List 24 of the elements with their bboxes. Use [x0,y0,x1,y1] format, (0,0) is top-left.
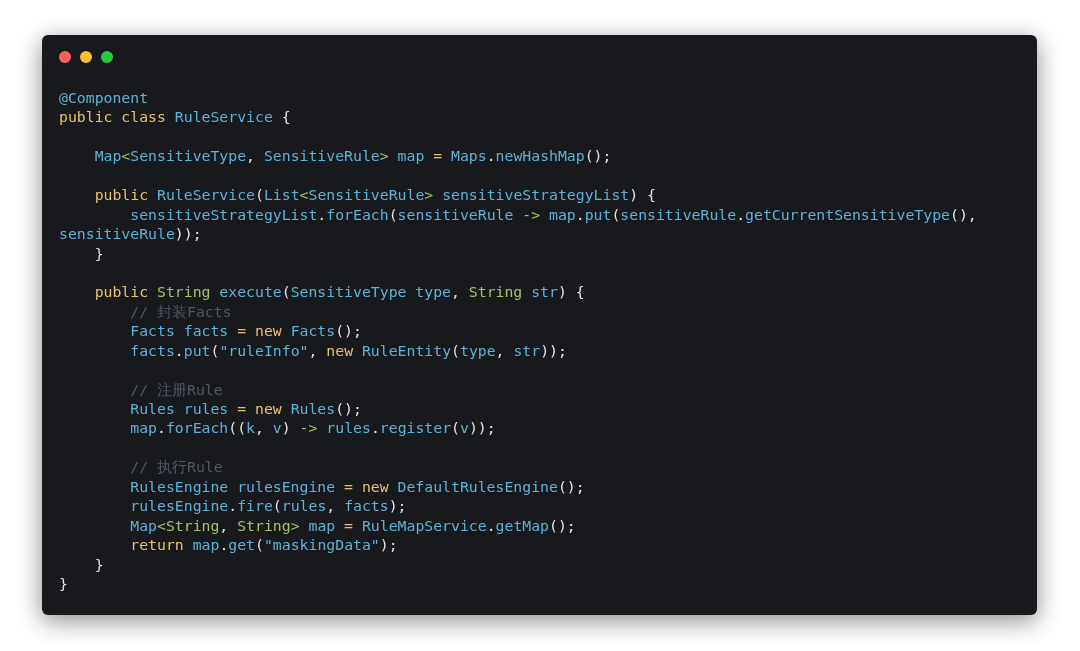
code-line: } [93,244,104,262]
code-line: // 封装Facts [129,302,232,320]
code-line: sensitiveRule)); [59,225,202,243]
code-line: public RuleService(List<SensitiveRule> sensitiveStrategyList) { [93,186,656,204]
close-icon[interactable] [59,51,71,63]
code-line: public class RuleService { [59,108,291,126]
code-line: // 执行Rule [129,458,223,476]
code-line: RulesEngine rulesEngine = new DefaultRulesEngine(); [129,477,585,495]
minimize-icon[interactable] [80,51,92,63]
code-line: } [93,555,104,573]
code-line: sensitiveStrategyList.forEach(sensitiveRule -> map.put(sensitiveRule.getCurrentSensitiveType(), [129,205,977,223]
code-line: rulesEngine.fire(rules, facts); [129,497,407,515]
code-line: @Component [59,89,149,106]
code-line: // 注册Rule [129,380,223,398]
code-line: facts.put("ruleInfo", new RuleEntity(type, str)); [129,341,567,359]
code-line: Map<SensitiveType, SensitiveRule> map = Maps.newHashMap(); [93,147,612,165]
code-line: return map.get("maskingData"); [129,536,398,554]
code-line: } [59,574,68,592]
code-line: Map<String, String> map = RuleMapService.getMap(); [129,516,576,534]
code-line: map.forEach((k, v) -> rules.register(v)); [129,419,496,437]
code-line: Rules rules = new Rules(); [129,400,362,417]
code-line: Facts facts = new Facts(); [129,322,362,340]
maximize-icon[interactable] [101,51,113,63]
code-line: public String execute(SensitiveType type, String str) { [93,283,585,301]
